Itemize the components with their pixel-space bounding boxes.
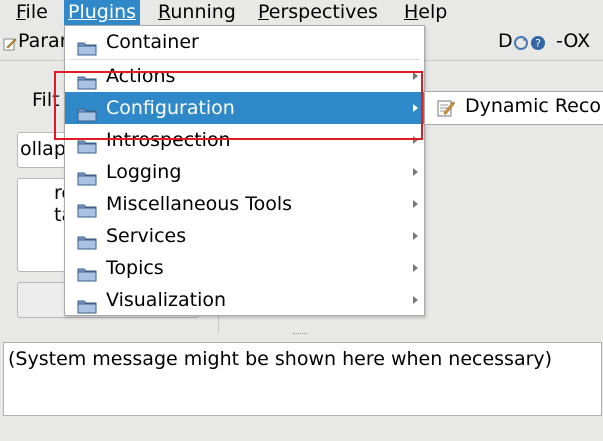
menu-file[interactable]: File: [12, 0, 52, 25]
collapse-label: ollap: [20, 138, 66, 160]
submenu-arrow-icon: [413, 296, 418, 304]
edit-document-icon: [437, 99, 455, 122]
menu-file-rest: ile: [25, 1, 48, 23]
plugin-right-label: D: [498, 30, 513, 52]
status-message: (System message might be shown here when…: [8, 348, 553, 370]
bottom-bar: [0, 416, 603, 441]
folder-icon: [77, 292, 97, 314]
menu-plugins-label: Plugins: [68, 1, 137, 23]
folder-icon: [77, 34, 97, 56]
menu-help-rest: elp: [418, 1, 448, 23]
menubar: File Plugins Running Perspectives Help: [0, 0, 603, 26]
submenu-arrow-icon: [413, 264, 418, 272]
menu-item-label: Container: [106, 31, 199, 53]
menu-item-visualization[interactable]: Visualization: [65, 284, 424, 316]
menu-item-miscellaneous-tools[interactable]: Miscellaneous Tools: [65, 188, 424, 220]
menu-item-label: Services: [106, 225, 187, 247]
splitter-handle[interactable]: [293, 333, 307, 337]
menu-running-rest: unning: [170, 1, 236, 23]
annotation-highlight-box: [54, 71, 423, 140]
menu-perspectives-rest: erspectives: [268, 1, 378, 23]
menu-item-label: Topics: [106, 257, 164, 279]
menu-item-container[interactable]: Container: [65, 26, 424, 58]
plugin-edit-icon: [3, 34, 17, 56]
menu-perspectives-mnemonic: P: [258, 1, 269, 23]
menu-help-mnemonic: H: [404, 1, 419, 23]
menu-item-logging[interactable]: Logging: [65, 156, 424, 188]
menu-help[interactable]: Help: [400, 0, 451, 25]
folder-icon: [77, 164, 97, 186]
submenu-item-label: Dynamic Reco: [465, 95, 601, 117]
svg-text:?: ?: [535, 37, 541, 50]
folder-icon: [77, 260, 97, 282]
menu-perspectives[interactable]: Perspectives: [254, 0, 382, 25]
submenu-item-dynamic-reconfigure[interactable]: Dynamic Reco: [425, 92, 603, 124]
menu-item-label: Visualization: [106, 289, 227, 311]
submenu-arrow-icon: [413, 168, 418, 176]
folder-icon: [77, 228, 97, 250]
menu-item-topics[interactable]: Topics: [65, 252, 424, 284]
help-icon[interactable]: ?: [530, 34, 546, 56]
menu-item-services[interactable]: Services: [65, 220, 424, 252]
configuration-submenu: Dynamic Reco: [424, 91, 603, 125]
menu-running-mnemonic: R: [158, 1, 171, 23]
menu-running[interactable]: Running: [154, 0, 240, 25]
menu-file-mnemonic: F: [16, 1, 26, 23]
plugin-tab-label[interactable]: Parar: [18, 30, 68, 52]
status-message-area: (System message might be shown here when…: [3, 342, 602, 416]
menu-item-label: Logging: [106, 161, 182, 183]
reload-icon[interactable]: [513, 34, 529, 56]
plugins-menu: Container Actions Configuration Introspe…: [64, 25, 425, 316]
submenu-arrow-icon: [413, 232, 418, 240]
menu-item-label: Miscellaneous Tools: [106, 193, 293, 215]
folder-icon: [77, 196, 97, 218]
window-controls[interactable]: -OX: [556, 30, 590, 52]
submenu-arrow-icon: [413, 200, 418, 208]
menu-plugins[interactable]: Plugins: [64, 0, 141, 25]
